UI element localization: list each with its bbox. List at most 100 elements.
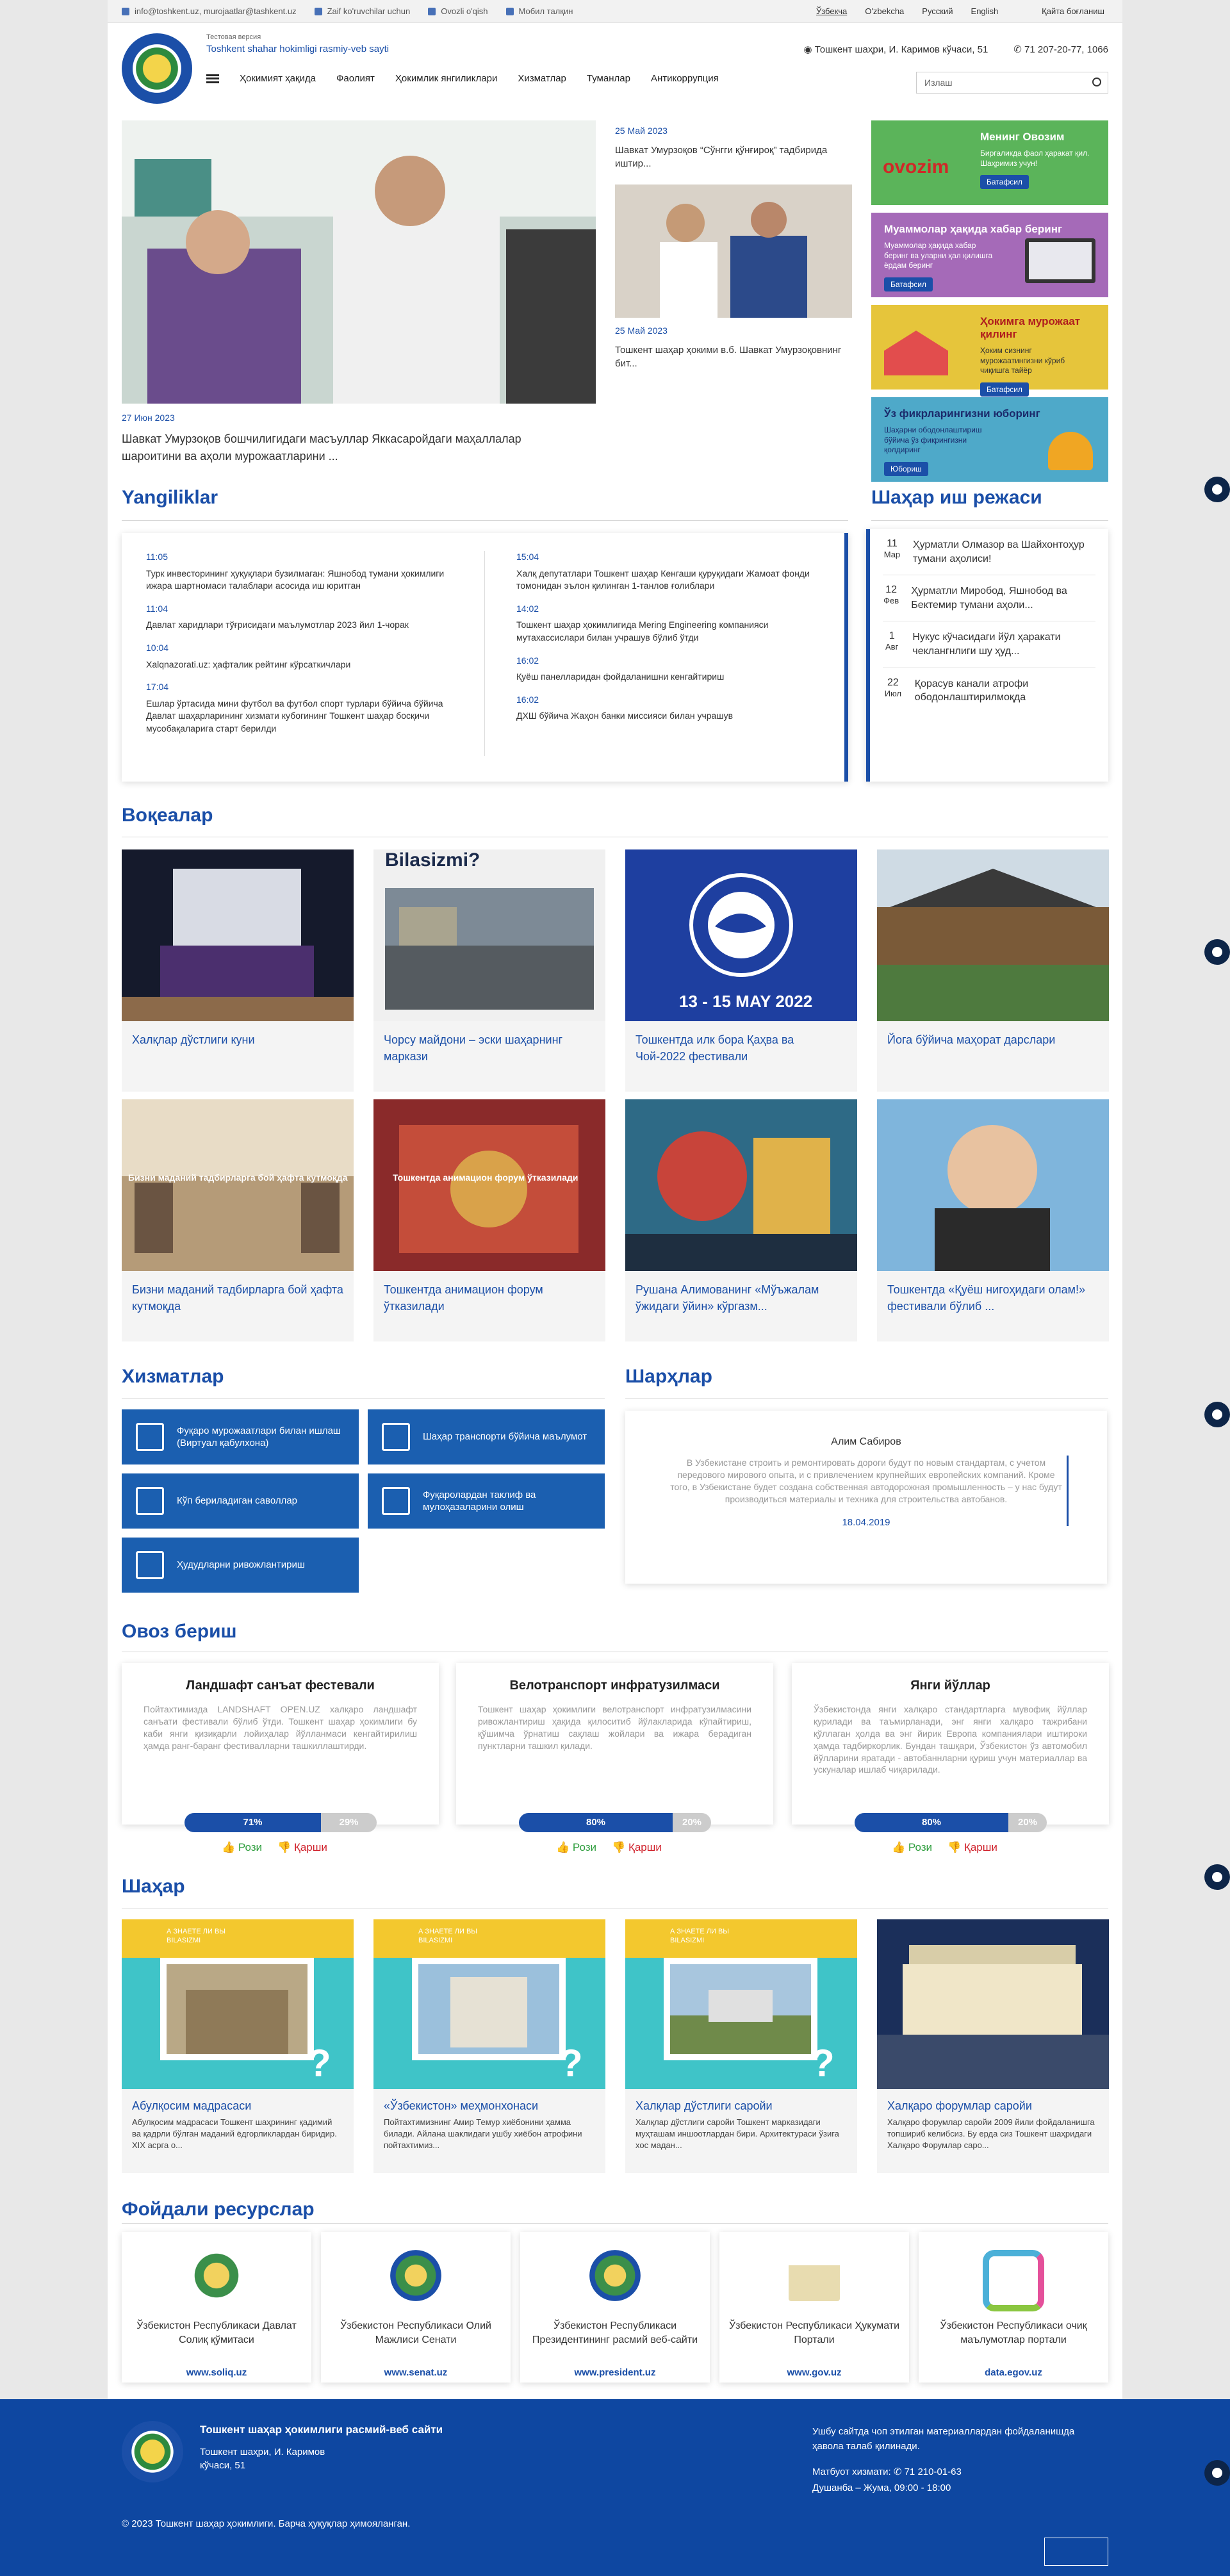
resource-card[interactable]: Ўзбекистон Республикаси Давлат Солиқ қўм…	[122, 2232, 311, 2383]
nav-services[interactable]: Хизматлар	[518, 73, 566, 84]
no-share: 29%	[321, 1813, 377, 1832]
event-card[interactable]: Тошкентда «Қуёш нигоҳидаги олам!» фестив…	[877, 1099, 1109, 1341]
vote-no-button[interactable]: 👎 Қарши	[277, 1841, 327, 1854]
news-date: 25 Май 2023	[615, 325, 668, 336]
resources-title: Фойдали ресурслар	[122, 2199, 315, 2220]
event-image	[625, 1099, 857, 1271]
vote-yes-button[interactable]: 👍 Рози	[556, 1841, 596, 1854]
accessibility-link[interactable]: Zaif ko'ruvchilar uchun	[314, 6, 410, 16]
city-card[interactable]: ? А ЗНАЕТЕ ЛИ ВЫ BILASIZMI Халқлар дўстл…	[625, 1919, 857, 2173]
news-item[interactable]: 14:02 Тошкент шаҳар ҳокимлигида Mering En…	[516, 603, 824, 644]
phone[interactable]: ✆ 71 207-20-77, 1066	[1013, 44, 1108, 55]
resource-card[interactable]: Ўзбекистон Республикаси Президентининг р…	[520, 2232, 710, 2383]
poll-card: Янги йўллар Ўзбекистонда янги халқаро ста…	[792, 1663, 1109, 1825]
hero-image[interactable]	[122, 120, 596, 404]
nav-activity[interactable]: Фаолият	[336, 73, 375, 84]
search-input[interactable]: Излаш	[916, 72, 1108, 94]
side-card-ideas[interactable]: Ўз фикрларингизни юборинг Шаҳарни ободон…	[871, 397, 1108, 482]
news-headline[interactable]: Тошкент шаҳар ҳокими в.б. Шавкат Умурзоқ…	[615, 343, 852, 370]
schedule-item[interactable]: 11 Мар Ҳурматли Олмазор ва Шайхонтоҳур тум…	[883, 529, 1095, 576]
address: ◉ Тошкент шаҳри, И. Каримов кўчаси, 51	[803, 44, 988, 55]
city-image: ? А ЗНАЕТЕ ЛИ ВЫ BILASIZMI	[122, 1919, 354, 2089]
speaker-icon	[428, 7, 436, 15]
chat-widget-icon[interactable]	[1204, 1402, 1230, 1427]
lang-uz-latin[interactable]: O'zbekcha	[865, 6, 904, 16]
details-button[interactable]: Батафсил	[980, 382, 1029, 397]
voice-reading-link[interactable]: Ovozli o'qish	[428, 6, 488, 16]
schedule-item[interactable]: 22 Июл Қорасув канали атрофи ободонлаштири…	[883, 668, 1095, 714]
vote-yes-button[interactable]: 👍 Рози	[222, 1841, 262, 1854]
service-transport[interactable]: Шаҳар транспорти бўйича маълумот	[368, 1409, 605, 1464]
nav-anticorruption[interactable]: Антикоррупция	[651, 73, 719, 84]
side-card-appeal[interactable]: Ҳокимга мурожаат қилинг Ҳоким сизнинг му…	[871, 305, 1108, 397]
lang-en[interactable]: English	[971, 6, 999, 16]
news-item[interactable]: 17:04 Ешлар ўртасида мини футбол ва футбо…	[146, 681, 460, 735]
resource-card[interactable]: Ўзбекистон Республикаси очиқ маълумотлар…	[919, 2232, 1108, 2383]
poll-question: Велотранспорт инфратузилмаси	[509, 1678, 720, 1693]
vote-yes-button[interactable]: 👍 Рози	[892, 1841, 932, 1854]
service-faq[interactable]: Кўп бериладиган саволлар	[122, 1473, 359, 1529]
city-image	[877, 1919, 1109, 2089]
card-desc: Муаммолар ҳақида хабар беринг ва уларни …	[884, 241, 993, 270]
schedule-item[interactable]: 12 Фев Ҳурматли Миробод, Яшнобод ва Бектем…	[883, 575, 1095, 622]
news-item[interactable]: 10:04 Xalqnazorati.uz: ҳафталик рейтинг к…	[146, 642, 460, 671]
comment-author: Алим Сабиров	[831, 1436, 901, 1447]
menu-icon[interactable]	[206, 74, 219, 83]
service-regions[interactable]: Ҳудудларни ривожлантириш	[122, 1538, 359, 1593]
event-card[interactable]: 13 - 15 MAY 2022 Тошкентда илк бора Қаҳв…	[625, 849, 857, 1092]
resource-card[interactable]: Ўзбекистон Республикаси Ҳукумати Портали…	[719, 2232, 909, 2383]
city-card[interactable]: ? А ЗНАЕТЕ ЛИ ВЫ BILASIZMI «Ўзбекистон» …	[373, 1919, 605, 2173]
search-icon[interactable]	[1092, 78, 1101, 86]
send-button[interactable]: Юбориш	[884, 461, 928, 476]
event-card[interactable]: Халқлар дўстлиги куни	[122, 849, 354, 1092]
city-card[interactable]: ? А ЗНАЕТЕ ЛИ ВЫ BILASIZMI Абулқосим мад…	[122, 1919, 354, 2173]
mobile-link[interactable]: Мобил талқин	[505, 6, 573, 16]
details-button[interactable]: Батафсил	[980, 175, 1029, 190]
feedback-link[interactable]: Қайта боғланиш	[1042, 6, 1104, 16]
chat-widget-icon[interactable]	[1204, 2460, 1230, 2486]
event-card[interactable]: Бизни маданий тадбирларга бой ҳафта кутм…	[122, 1099, 354, 1341]
vote-no-button[interactable]: 👎 Қарши	[947, 1841, 997, 1854]
side-card-report-problem[interactable]: Муаммолар ҳақида хабар беринг Муаммолар …	[871, 213, 1108, 297]
event-card[interactable]: Тошкентда анимацион форум ўтказилади Тош…	[373, 1099, 605, 1341]
lang-ru[interactable]: Русский	[922, 6, 953, 16]
news-item[interactable]: 16:02 ДХШ бўйича Жаҳон банки миссияси бил…	[516, 694, 824, 723]
chat-widget-icon[interactable]	[1204, 1864, 1230, 1890]
nav-news[interactable]: Ҳокимлик янгиликлари	[395, 73, 497, 84]
lang-uz-cyrillic[interactable]: Ўзбекча	[816, 6, 847, 16]
press-service[interactable]: Матбуот хизмати: ✆ 71 210-01-63	[812, 2466, 962, 2477]
news-item[interactable]: 11:05 Турк инвесторининг ҳуқуқлари бузилм…	[146, 551, 460, 593]
event-overlay-text: Тошкентда анимацион форум ўтказилади	[393, 1172, 578, 1183]
service-feedback[interactable]: Фуқаролардан таклиф ва мулоҳазаларини ол…	[368, 1473, 605, 1529]
hero-headline[interactable]: Шавкат Умурзоқов бошчилигидаги масъуллар…	[122, 431, 583, 465]
news-item[interactable]: 15:04 Халқ депутатлари Тошкент шаҳар Кенг…	[516, 551, 824, 593]
poll-result-bar: 80% 20%	[855, 1813, 1047, 1832]
chat-widget-icon[interactable]	[1204, 477, 1230, 502]
event-card[interactable]: Йога бўйича маҳорат дарслари	[877, 849, 1109, 1092]
event-card[interactable]: Рушана Алимованинг «Мўъжалам ўжидаги ўйи…	[625, 1099, 857, 1341]
details-button[interactable]: Батафсил	[884, 277, 933, 291]
scrollbar[interactable]	[1067, 1456, 1069, 1526]
news-item[interactable]: 16:02 Қуёш панелларидан фойдаланишни кенг…	[516, 655, 824, 684]
schedule-title: Шаҳар иш режаси	[871, 487, 1042, 508]
poll-text: Тошкент шаҳар ҳокимлиги велотранспорт ин…	[478, 1704, 751, 1751]
resource-card[interactable]: Ўзбекистон Республикаси Олий Мажлиси Сен…	[321, 2232, 511, 2383]
nav-about[interactable]: Ҳокимият ҳақида	[240, 73, 316, 84]
city-emblem-logo[interactable]	[122, 33, 192, 104]
news-headline[interactable]: Шавкат Умурзоқов “Сўнгги қўнғироқ” тадби…	[615, 144, 852, 170]
city-card[interactable]: Халқаро форумлар саройи Халқаро форумлар …	[877, 1919, 1109, 2173]
counter-widget[interactable]	[1044, 2538, 1108, 2566]
schedule-item[interactable]: 1 Авг Нукус кўчасидаги йўл ҳаракати чеклан…	[883, 621, 1095, 668]
news-image[interactable]	[615, 185, 852, 318]
news-item[interactable]: 11:04 Давлат харидлари тўғрисидаги маълум…	[146, 603, 460, 632]
footer-logo[interactable]	[122, 2421, 183, 2482]
scrollbar[interactable]	[844, 533, 848, 782]
side-card-my-voice[interactable]: Менинг Овозим Биргаликда фаол ҳаракат қи…	[871, 120, 1108, 205]
email-link[interactable]: info@toshkent.uz, murojaatlar@tashkent.u…	[122, 6, 297, 16]
chat-widget-icon[interactable]	[1204, 939, 1230, 965]
vote-no-button[interactable]: 👎 Қарши	[612, 1841, 662, 1854]
event-card[interactable]: Bilasizmi? Чорсу майдони – эски шаҳарнин…	[373, 849, 605, 1092]
service-virtual-reception[interactable]: Фуқаро мурожаатлари билан ишлаш (Виртуал…	[122, 1409, 359, 1464]
nav-districts[interactable]: Туманлар	[587, 73, 630, 84]
svg-text:?: ?	[308, 2042, 331, 2085]
